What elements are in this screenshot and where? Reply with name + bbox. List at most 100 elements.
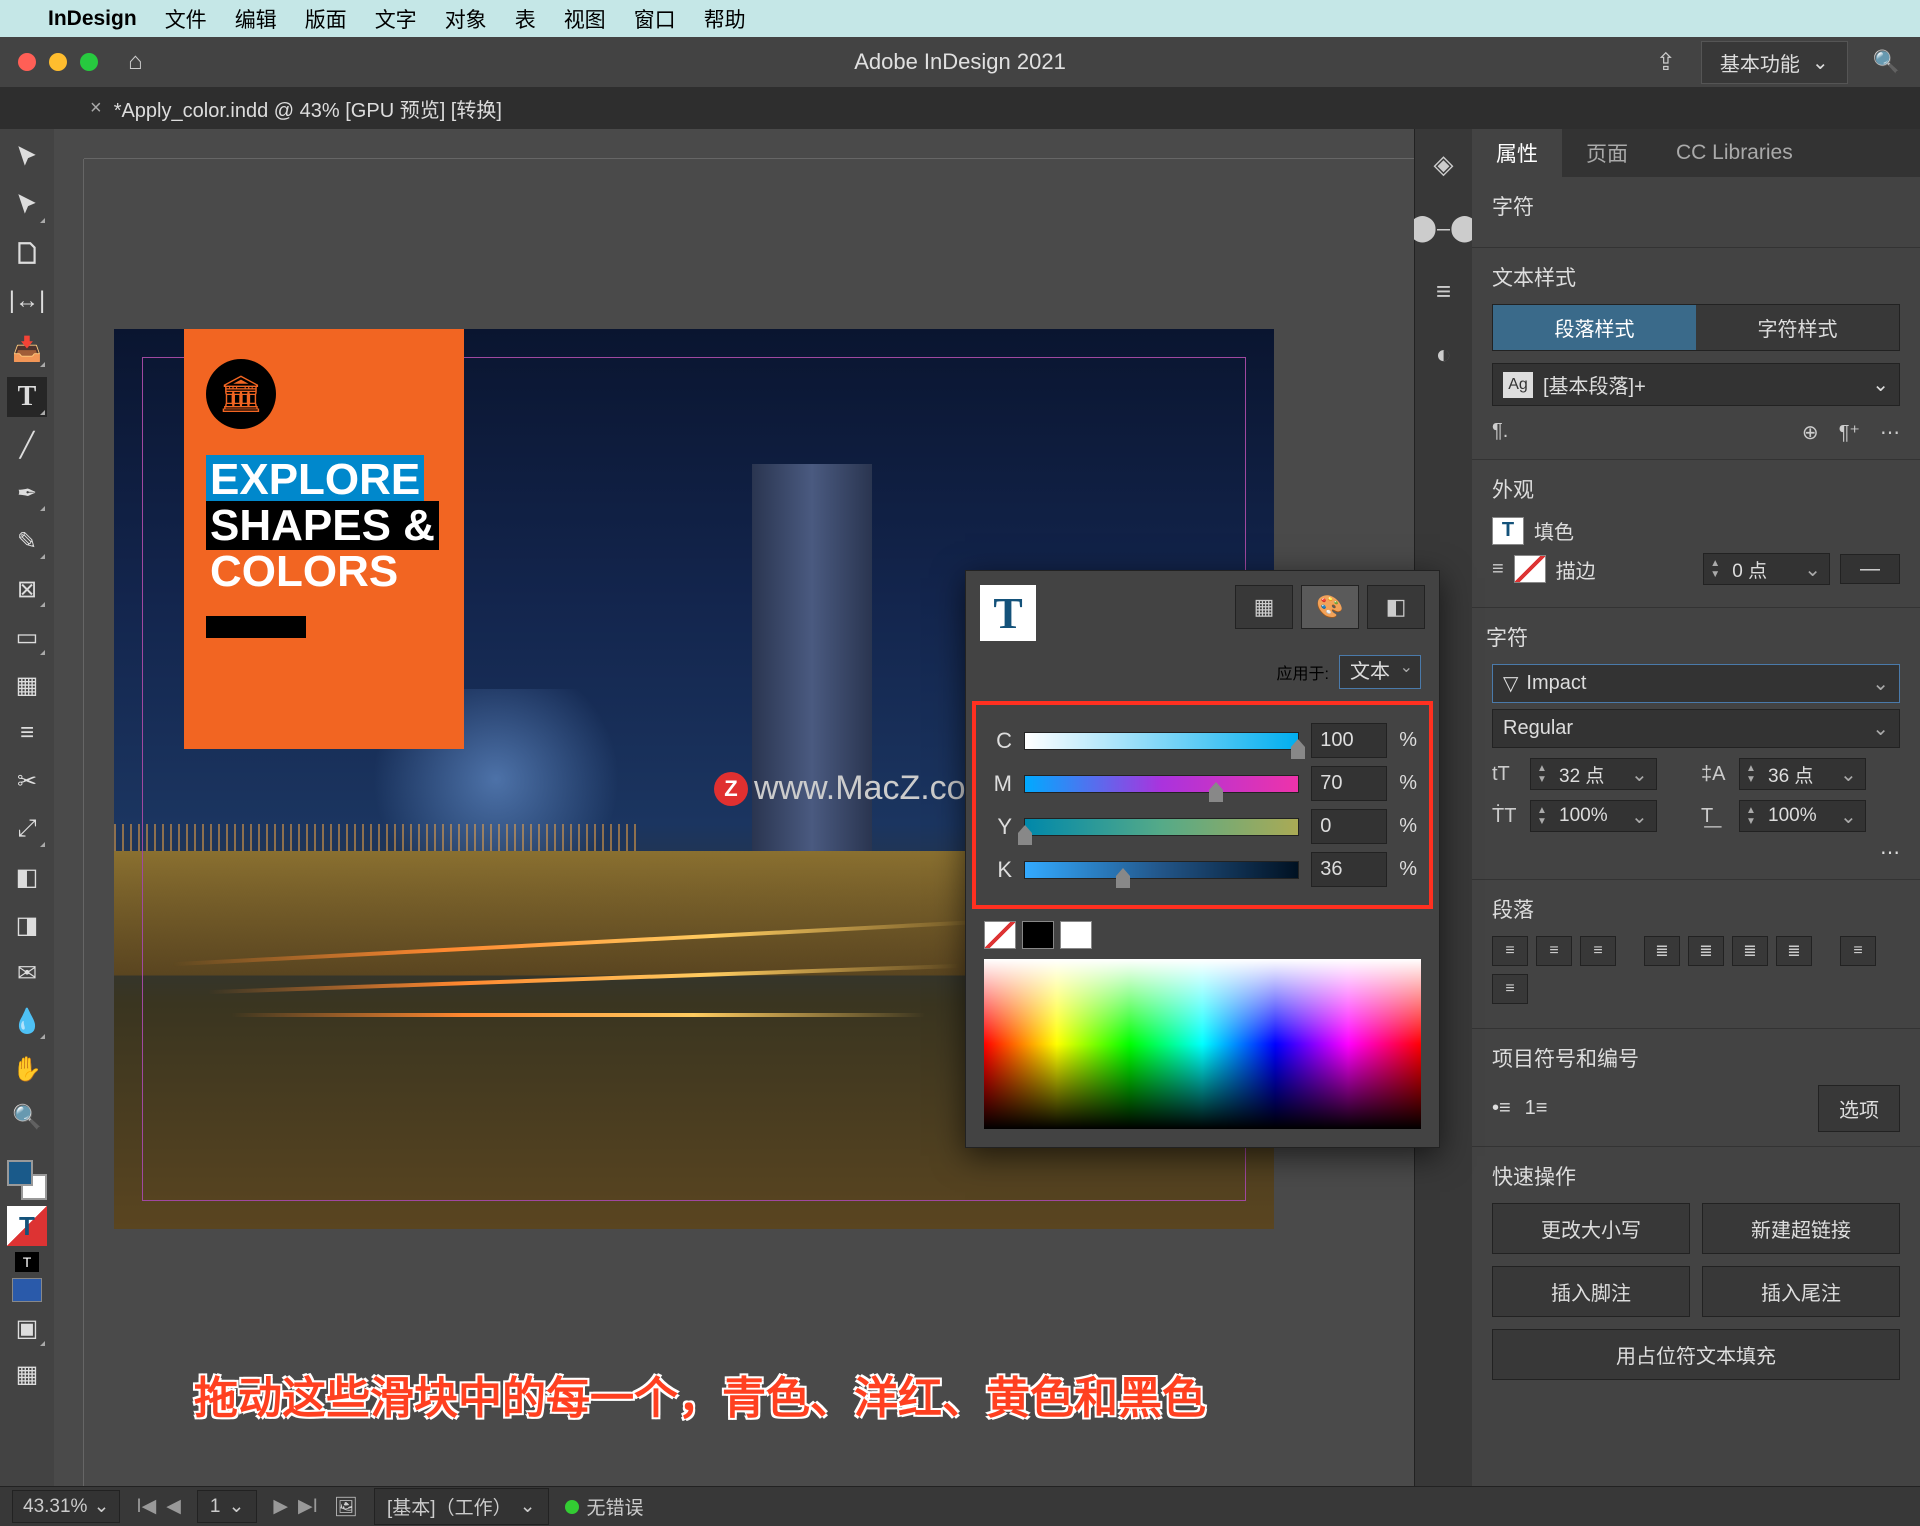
selection-tool[interactable]: [7, 137, 47, 177]
close-tab-icon[interactable]: ×: [90, 97, 102, 120]
justify-right-button[interactable]: ≣: [1732, 936, 1768, 966]
ruler-vertical[interactable]: [54, 159, 84, 1486]
placeholder-text-button[interactable]: 用占位符文本填充: [1492, 1329, 1900, 1380]
more-options-icon[interactable]: ⋯: [1880, 420, 1900, 445]
gradient-swatch-tool[interactable]: ◧: [7, 857, 47, 897]
tab-cc-libraries[interactable]: CC Libraries: [1652, 129, 1817, 177]
formatting-affects-text-icon[interactable]: T: [7, 1206, 47, 1246]
zoom-dropdown[interactable]: 43.31% ⌄: [12, 1490, 120, 1523]
zoom-tool[interactable]: 🔍: [7, 1097, 47, 1137]
menu-edit[interactable]: 编辑: [235, 4, 277, 34]
layers-icon[interactable]: ◈: [1434, 149, 1454, 180]
hscale-input[interactable]: ▲▼⌄: [1739, 800, 1866, 832]
menu-type[interactable]: 文字: [375, 4, 417, 34]
gradient-feather-tool[interactable]: ◨: [7, 905, 47, 945]
type-tool[interactable]: T: [7, 377, 47, 417]
font-family-dropdown[interactable]: ▽ Impact ⌄: [1492, 664, 1900, 703]
fill-swatch[interactable]: T: [1492, 517, 1524, 545]
black-slider[interactable]: [1024, 861, 1299, 879]
align-center-button[interactable]: ≡: [1536, 936, 1572, 966]
align-away-spine-button[interactable]: ≡: [1492, 974, 1528, 1004]
color-mixer-tab-icon[interactable]: 🎨: [1301, 585, 1359, 629]
close-window-icon[interactable]: [18, 53, 36, 71]
menu-window[interactable]: 窗口: [634, 4, 676, 34]
orange-text-frame[interactable]: 🏛 EXPLORE SHAPES & COLORS: [184, 329, 464, 749]
tab-properties[interactable]: 属性: [1472, 129, 1562, 177]
change-case-button[interactable]: 更改大小写: [1492, 1203, 1690, 1254]
tab-pages[interactable]: 页面: [1562, 129, 1652, 177]
black-swatch[interactable]: [1022, 921, 1054, 949]
stroke-align-icon[interactable]: ≡: [1492, 558, 1504, 581]
justify-left-button[interactable]: ≣: [1644, 936, 1680, 966]
bullet-list-icon[interactable]: •≡: [1492, 1097, 1511, 1120]
stroke-weight-field[interactable]: [1726, 554, 1796, 584]
cyan-slider[interactable]: [1024, 732, 1299, 750]
free-transform-tool[interactable]: ⤢: [7, 809, 47, 849]
page-dropdown[interactable]: 1 ⌄: [197, 1490, 258, 1523]
search-icon[interactable]: 🔍: [1873, 49, 1900, 75]
align-right-button[interactable]: ≡: [1580, 936, 1616, 966]
options-button[interactable]: 选项: [1818, 1085, 1900, 1132]
view-options-tool[interactable]: ▦: [7, 1354, 47, 1394]
scissors-tool[interactable]: ✂: [7, 761, 47, 801]
stroke-icon[interactable]: ≡: [1436, 276, 1451, 307]
workspace-dropdown[interactable]: 基本功能 ⌄: [1701, 41, 1848, 84]
paragraph-style-tab[interactable]: 段落样式: [1493, 305, 1696, 350]
next-page-icon[interactable]: ▶: [273, 1495, 288, 1518]
white-swatch[interactable]: [1060, 921, 1092, 949]
minimize-window-icon[interactable]: [49, 53, 67, 71]
menu-help[interactable]: 帮助: [704, 4, 746, 34]
clear-override-icon[interactable]: ¶⁺: [1839, 420, 1860, 445]
more-options-icon[interactable]: ⋯: [1880, 842, 1900, 864]
direct-selection-tool[interactable]: [7, 185, 47, 225]
preflight-status[interactable]: 无错误: [565, 1493, 644, 1520]
magenta-value-input[interactable]: [1311, 766, 1387, 801]
table-grid-tool[interactable]: ▦: [7, 665, 47, 705]
eyedropper-tool[interactable]: 💧: [7, 1001, 47, 1041]
stroke-weight-input[interactable]: ▲▼ ⌄: [1703, 553, 1830, 585]
gradient-tab-icon[interactable]: ◧: [1367, 585, 1425, 629]
menu-table[interactable]: 表: [515, 4, 536, 34]
leading-input[interactable]: ▲▼⌄: [1739, 758, 1866, 790]
cyan-value-input[interactable]: [1311, 723, 1387, 758]
pen-tool[interactable]: ✒: [7, 473, 47, 513]
screen-mode-tool[interactable]: ▣: [7, 1308, 47, 1348]
default-fill-swatch[interactable]: [12, 1278, 42, 1302]
menu-object[interactable]: 对象: [445, 4, 487, 34]
ruler-horizontal[interactable]: [84, 129, 1414, 159]
open-bridge-icon[interactable]: 🖼: [334, 1495, 358, 1519]
font-size-input[interactable]: ▲▼⌄: [1530, 758, 1657, 790]
page-tool[interactable]: [7, 233, 47, 273]
menu-layout[interactable]: 版面: [305, 4, 347, 34]
prev-page-icon[interactable]: ◀: [166, 1495, 181, 1518]
document-tab[interactable]: × *Apply_color.indd @ 43% [GPU 预览] [转换]: [90, 94, 502, 123]
apply-to-dropdown[interactable]: 文本: [1339, 655, 1421, 689]
share-icon[interactable]: ⇪: [1656, 48, 1676, 77]
color-spectrum[interactable]: [984, 959, 1421, 1129]
gap-tool[interactable]: |↔|: [7, 281, 47, 321]
pilcrow-icon[interactable]: ¶.: [1492, 420, 1508, 445]
black-value-input[interactable]: [1311, 852, 1387, 887]
magenta-slider[interactable]: [1024, 775, 1299, 793]
yellow-slider[interactable]: [1024, 818, 1299, 836]
font-style-dropdown[interactable]: Regular ⌄: [1492, 709, 1900, 748]
preflight-profile-dropdown[interactable]: [基本]（工作） ⌄: [374, 1488, 548, 1525]
effects-icon[interactable]: ◐: [1436, 339, 1452, 370]
apply-color-icon[interactable]: T: [15, 1252, 39, 1272]
new-hyperlink-button[interactable]: 新建超链接: [1702, 1203, 1900, 1254]
character-style-tab[interactable]: 字符样式: [1696, 305, 1899, 350]
align-toward-spine-button[interactable]: ≡: [1840, 936, 1876, 966]
filter-icon[interactable]: ▽: [1503, 671, 1518, 696]
stroke-swatch[interactable]: [1514, 555, 1546, 583]
justify-all-button[interactable]: ≣: [1776, 936, 1812, 966]
paragraph-style-dropdown[interactable]: Ag [基本段落]+ ⌄: [1492, 363, 1900, 406]
first-page-icon[interactable]: I◀: [136, 1495, 156, 1518]
menu-file[interactable]: 文件: [165, 4, 207, 34]
home-icon[interactable]: ⌂: [128, 48, 143, 76]
justify-center-button[interactable]: ≣: [1688, 936, 1724, 966]
menu-app-name[interactable]: InDesign: [48, 7, 137, 31]
yellow-value-input[interactable]: [1311, 809, 1387, 844]
last-page-icon[interactable]: ▶I: [298, 1495, 318, 1518]
note-tool[interactable]: ✉: [7, 953, 47, 993]
content-collector-tool[interactable]: 📥: [7, 329, 47, 369]
